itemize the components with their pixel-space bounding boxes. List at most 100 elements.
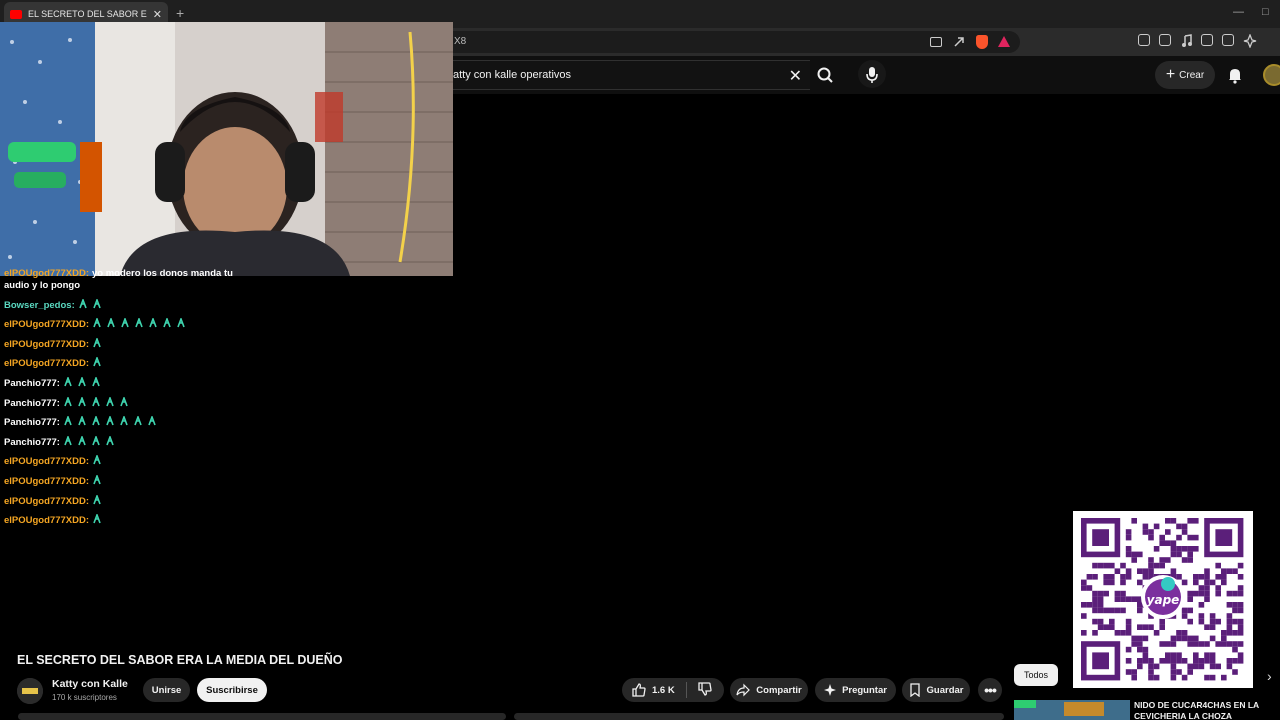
search-button[interactable] — [810, 60, 840, 90]
media-controls-icon[interactable] — [1180, 34, 1192, 47]
sidebar-icon[interactable] — [1201, 34, 1213, 46]
chat-username[interactable]: elPOUgod777XDD: — [4, 319, 89, 330]
chat-emote-icon — [79, 298, 87, 308]
chat-username[interactable]: elPOUgod777XDD: — [4, 496, 89, 507]
chat-username[interactable]: Panchio777: — [4, 437, 60, 448]
live-chat: elPOUgod777XDD: yo modero los donos manda… — [4, 268, 254, 534]
minimize-window-icon[interactable]: — — [1233, 6, 1244, 18]
like-dislike-group: 1.6 K — [622, 678, 724, 702]
chat-username[interactable]: elPOUgod777XDD: — [4, 339, 89, 350]
channel-avatar[interactable] — [17, 678, 43, 704]
brave-shields-icon[interactable] — [976, 35, 988, 49]
chat-emote-icon — [92, 396, 100, 406]
chat-emote-icon — [93, 298, 101, 308]
chat-message: elPOUgod777XDD: — [4, 357, 254, 370]
chat-username[interactable]: elPOUgod777XDD: — [4, 268, 89, 279]
dislike-button[interactable] — [698, 681, 712, 699]
chat-username[interactable]: Panchio777: — [4, 378, 60, 389]
address-bar-url: X8 — [454, 36, 467, 47]
chat-emote-icon — [163, 318, 171, 328]
more-actions-button[interactable]: ••• — [978, 678, 1002, 702]
chevron-right-icon[interactable]: › — [1267, 668, 1272, 684]
share-button[interactable]: Compartir — [730, 678, 808, 702]
chat-emote-icon — [106, 396, 114, 406]
browser-tab-title: EL SECRETO DEL SABOR ERA LA M — [28, 9, 147, 19]
chat-username[interactable]: Panchio777: — [4, 417, 60, 428]
recommended-video-title[interactable]: NIDO DE CUCAR4CHAS EN LA CEVICHERIA LA C… — [1134, 700, 1274, 720]
voice-search-button[interactable] — [858, 60, 886, 88]
chat-emote-icon — [78, 396, 86, 406]
notifications-bell-icon[interactable] — [1226, 66, 1244, 84]
video-title: EL SECRETO DEL SABOR ERA LA MEDIA DEL DU… — [17, 653, 343, 667]
subscribe-button[interactable]: Suscribirse — [197, 678, 267, 702]
save-label: Guardar — [926, 684, 964, 696]
microphone-icon — [866, 67, 878, 83]
webcam-feed-image — [0, 22, 453, 276]
chat-emote-icon — [120, 416, 128, 426]
filter-chip-label: Todos — [1023, 670, 1049, 680]
chat-emote-icon — [135, 318, 143, 328]
chat-emote-icon — [93, 357, 101, 367]
filter-chip-todos[interactable]: Todos — [1014, 664, 1058, 686]
comments-preview[interactable] — [514, 713, 1004, 720]
chat-emote-icon — [92, 416, 100, 426]
ask-button[interactable]: Preguntar — [815, 678, 896, 702]
leo-ai-icon[interactable] — [1243, 33, 1257, 49]
subscribe-label: Suscribirse — [206, 684, 258, 696]
brave-rewards-icon[interactable] — [998, 36, 1010, 47]
chat-emote-icon — [149, 318, 157, 328]
chat-emote-icon — [92, 376, 100, 387]
chat-username[interactable]: elPOUgod777XDD: — [4, 476, 89, 487]
recommended-video-thumbnail[interactable] — [1014, 700, 1130, 720]
chat-username[interactable]: Panchio777: — [4, 398, 60, 409]
chat-emote-icon — [64, 396, 72, 406]
install-app-icon[interactable] — [930, 37, 942, 47]
extensions-icon[interactable] — [1138, 34, 1150, 46]
ask-label: Preguntar — [842, 684, 887, 696]
bookmark-icon — [909, 683, 920, 697]
chat-message: Panchio777: — [4, 396, 254, 410]
chat-message: elPOUgod777XDD: — [4, 318, 254, 331]
search-icon — [817, 67, 833, 83]
chat-message: elPOUgod777XDD: — [4, 337, 254, 351]
address-bar[interactable]: X8 — [440, 31, 1020, 53]
chat-emote-icon — [148, 416, 156, 426]
chat-emote-icon — [93, 494, 101, 504]
account-avatar[interactable] — [1263, 64, 1280, 86]
chat-username[interactable]: elPOUgod777XDD: — [4, 358, 89, 369]
search-input[interactable]: atty con kalle operativos ✕ — [440, 60, 810, 90]
chat-message: elPOUgod777XDD: — [4, 494, 254, 508]
join-button[interactable]: Unirse — [143, 678, 190, 702]
youtube-favicon-icon — [10, 9, 22, 19]
chat-username[interactable]: Bowser_pedos: — [4, 300, 75, 311]
share-page-icon[interactable] — [952, 35, 966, 49]
clear-search-icon[interactable]: ✕ — [789, 66, 802, 86]
like-button[interactable]: 1.6 K — [632, 683, 675, 697]
save-button[interactable]: Guardar — [902, 678, 970, 702]
wallet-icon[interactable] — [1159, 34, 1171, 46]
chat-username[interactable]: elPOUgod777XDD: — [4, 515, 89, 526]
maximize-window-icon[interactable]: □ — [1262, 6, 1269, 18]
chat-message: elPOUgod777XDD: — [4, 514, 254, 527]
chat-emote-icon — [78, 376, 86, 387]
chat-emote-icon — [177, 318, 185, 328]
chat-emote-icon — [92, 435, 100, 446]
share-arrow-icon — [736, 683, 751, 697]
wallet-card-icon[interactable] — [1222, 34, 1234, 46]
channel-name[interactable]: Katty con Kalle — [52, 678, 128, 690]
more-dots-icon: ••• — [984, 682, 997, 698]
new-tab-button[interactable]: + — [176, 5, 184, 21]
create-button[interactable]: + Crear — [1155, 61, 1215, 89]
like-count: 1.6 K — [652, 684, 675, 696]
chat-message: elPOUgod777XDD: yo modero los donos manda… — [4, 268, 254, 292]
webcam-overlay — [0, 22, 453, 276]
chat-message: Panchio777: — [4, 435, 254, 449]
description-box[interactable] — [18, 713, 506, 720]
chat-message: elPOUgod777XDD: — [4, 474, 254, 488]
chat-emote-icon — [120, 396, 128, 406]
close-tab-icon[interactable]: ✕ — [153, 8, 162, 21]
chat-username[interactable]: elPOUgod777XDD: — [4, 456, 89, 467]
chat-emote-icon — [93, 455, 101, 465]
svg-text:yape: yape — [1147, 593, 1180, 607]
chat-emote-icon — [134, 416, 142, 426]
